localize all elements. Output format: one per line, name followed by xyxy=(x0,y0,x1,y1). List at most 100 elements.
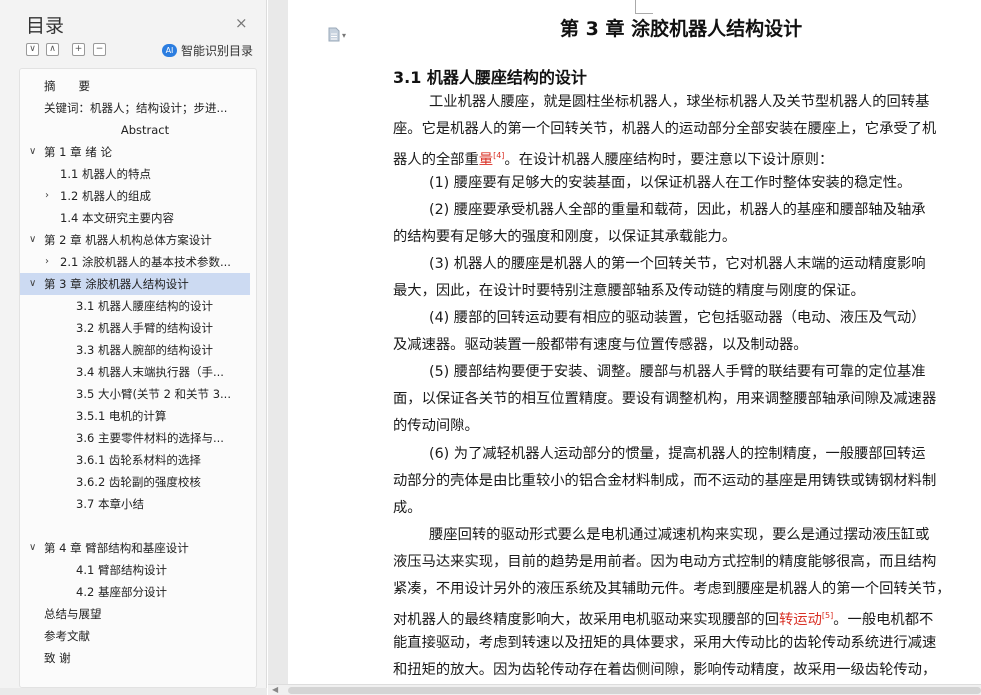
smart-toc-button[interactable]: AI 智能识别目录 xyxy=(162,42,253,59)
toc-item[interactable]: ∨ 第 4 章 臂部结构和基座设计 xyxy=(20,537,250,559)
paragraph-line: 面，以保证各关节的相互位置精度。要设有调整机构，用来调整腰部轴承间隙及减速器 xyxy=(393,388,936,410)
toc-item[interactable]: 3.3 机器人腕部的结构设计 xyxy=(20,339,250,361)
paragraph-line: 成。 xyxy=(393,497,422,519)
toc-item[interactable]: 3.5 大小臂(关节 2 和关节 3... xyxy=(20,383,250,405)
toc-item-label: 第 3 章 涂胶机器人结构设计 xyxy=(44,277,189,291)
paragraph-line: 动部分的壳体是由比重较小的铝合金材料制成，而不运动的基座是用铸铁或铸钢材料制 xyxy=(393,470,936,492)
text-run: 动部分的壳体是由比重较小的铝合金材料制成，而不运动的基座是用铸铁或铸钢材料制 xyxy=(393,473,937,489)
collapse-all-icon[interactable]: ∨ xyxy=(26,43,39,56)
toc-item-label: 1.2 机器人的组成 xyxy=(60,189,151,203)
toc-item[interactable]: 关键词：机器人；结构设计；步进... xyxy=(20,97,250,119)
toc-item-label: 4.1 臂部结构设计 xyxy=(76,563,167,577)
text-run: 座。它是机器人的第一个回转关节，机器人的运动部分全部安装在腰座上，它承受了机 xyxy=(393,121,937,137)
toc-item[interactable]: ∨ 第 3 章 涂胶机器人结构设计 xyxy=(20,273,250,295)
chevron-right-icon[interactable]: › xyxy=(45,185,49,207)
chevron-down-icon[interactable]: ∨ xyxy=(29,229,36,251)
chevron-down-icon[interactable]: ∨ xyxy=(29,537,36,559)
toc-item-label: 第 1 章 绪 论 xyxy=(44,145,112,159)
toc-item-label: 1.4 本文研究主要内容 xyxy=(60,211,174,225)
paragraph-line: 座。它是机器人的第一个回转关节，机器人的运动部分全部安装在腰座上，它承受了机 xyxy=(393,118,936,140)
paragraph-line: 器人的全部重量[4]。在设计机器人腰座结构时，要注意以下设计原则： xyxy=(393,145,833,171)
chevron-right-icon[interactable]: › xyxy=(45,251,49,273)
toc-item[interactable]: 3.5.1 电机的计算 xyxy=(20,405,250,427)
text-run: 对机器人的最终精度影响大，故采用电机驱动来实现腰部的回 xyxy=(393,611,780,628)
sidebar-scrollbar[interactable] xyxy=(0,688,267,695)
paragraph-line: 最大，因此，在设计时要特别注意腰部轴系及传动链的精度与刚度的保证。 xyxy=(393,280,865,302)
toc-item-label: 关键词：机器人；结构设计；步进... xyxy=(44,101,228,115)
toc-item-label: 4.2 基座部分设计 xyxy=(76,585,167,599)
toc-item[interactable]: Abstract xyxy=(20,119,250,141)
text-run: 及减速器。驱动装置一般都带有速度与位置传感器，以及制动器。 xyxy=(393,337,808,353)
toc-item-label: 总结与展望 xyxy=(44,607,102,621)
toc-item-label: 致 谢 xyxy=(44,651,71,665)
scrollbar-thumb[interactable] xyxy=(288,687,981,694)
text-run: (5) 腰部结构要便于安装、调整。腰部与机器人手臂的联结要有可靠的定位基准 xyxy=(429,364,926,380)
toc-item[interactable]: 3.6.1 齿轮系材料的选择 xyxy=(20,449,250,471)
toc-item-label: 1.1 机器人的特点 xyxy=(60,167,151,181)
citation-ref[interactable]: [4] xyxy=(493,151,504,160)
close-icon[interactable]: × xyxy=(235,14,248,32)
paragraph-line: 和扭矩的放大。因为齿轮传动存在着齿侧间隙，影响传动精度，故采用一级齿轮传动， xyxy=(393,659,936,681)
text-run: 。一般电机都不 xyxy=(833,611,934,628)
expand-all-icon[interactable]: ∧ xyxy=(46,43,59,56)
toc-item[interactable]: 3.6.2 齿轮副的强度校核 xyxy=(20,471,250,493)
toc-item[interactable]: › 1.2 机器人的组成 xyxy=(20,185,250,207)
add-heading-icon[interactable]: + xyxy=(72,43,85,56)
toc-item[interactable]: 总结与展望 xyxy=(20,603,250,625)
toc-item[interactable]: 4.2 基座部分设计 xyxy=(20,581,250,603)
toc-item[interactable]: 1.4 本文研究主要内容 xyxy=(20,207,250,229)
remove-heading-icon[interactable]: − xyxy=(93,43,106,56)
toc-item[interactable]: ∨ 第 2 章 机器人机构总体方案设计 xyxy=(20,229,250,251)
text-run: 的结构要有足够大的强度和刚度，以保证其承载能力。 xyxy=(393,229,737,245)
citation-ref[interactable]: [5] xyxy=(822,611,833,620)
paragraph-line: (5) 腰部结构要便于安装、调整。腰部与机器人手臂的联结要有可靠的定位基准 xyxy=(429,361,926,383)
section-title: 3.1 机器人腰座结构的设计 xyxy=(393,68,587,87)
text-run: 成。 xyxy=(393,500,422,516)
sidebar-title: 目录 xyxy=(26,15,65,37)
paragraph-line: (2) 腰座要承受机器人全部的重量和载荷，因此，机器人的基座和腰部轴及轴承 xyxy=(429,199,926,221)
paragraph-line: (6) 为了减轻机器人运动部分的惯量，提高机器人的控制精度，一般腰部回转运 xyxy=(429,443,926,465)
paragraph-line: 紧凑，不用设计另外的液压系统及其辅助元件。考虑到腰座是机器人的第一个回转关节， xyxy=(393,578,951,600)
toc-item[interactable]: 4.1 臂部结构设计 xyxy=(20,559,250,581)
toc-item-label: Abstract xyxy=(120,123,170,137)
text-run: 转运动 xyxy=(779,611,822,628)
smart-toc-label: 智能识别目录 xyxy=(181,44,254,58)
toc-item-label: 3.3 机器人腕部的结构设计 xyxy=(76,343,213,357)
toc-item[interactable]: 3.1 机器人腰座结构的设计 xyxy=(20,295,250,317)
toc-item[interactable]: 摘 要 xyxy=(20,75,250,97)
toc-item-label: 3.6.2 齿轮副的强度校核 xyxy=(76,475,201,489)
toc-item-label: 3.1 机器人腰座结构的设计 xyxy=(76,299,213,313)
toc-item[interactable]: 1.1 机器人的特点 xyxy=(20,163,250,185)
chevron-down-icon[interactable]: ▾ xyxy=(342,31,346,40)
text-run: 量 xyxy=(478,151,494,168)
paragraph-line: 的结构要有足够大的强度和刚度，以保证其承载能力。 xyxy=(393,226,736,248)
text-run: 紧凑，不用设计另外的液压系统及其辅助元件。考虑到腰座是机器人的第一个回转关节， xyxy=(393,581,951,597)
paragraph-line: (1) 腰座要有足够大的安装基面，以保证机器人在工作时整体安装的稳定性。 xyxy=(429,172,911,194)
text-run: 工业机器人腰座，就是圆柱坐标机器人，球坐标机器人及关节型机器人的回转基 xyxy=(429,94,930,110)
toc-item[interactable]: › 2.1 涂胶机器人的基本技术参数... xyxy=(20,251,250,273)
toc-item[interactable]: 3.2 机器人手臂的结构设计 xyxy=(20,317,250,339)
toc-item[interactable]: 3.4 机器人末端执行器（手... xyxy=(20,361,250,383)
horizontal-scrollbar[interactable]: ◀ xyxy=(268,684,981,695)
chevron-down-icon[interactable]: ∨ xyxy=(29,273,36,295)
toc-item[interactable]: 致 谢 xyxy=(20,647,250,669)
toc-item-label: 3.2 机器人手臂的结构设计 xyxy=(76,321,213,335)
toc-item[interactable]: 3.6 主要零件材料的选择与... xyxy=(20,427,250,449)
toc-item-label: 3.5 大小臂(关节 2 和关节 3... xyxy=(76,387,231,401)
chapter-title: 第 3 章 涂胶机器人结构设计 xyxy=(560,18,803,40)
chevron-down-icon[interactable]: ∨ xyxy=(29,141,36,163)
text-run: (2) 腰座要承受机器人全部的重量和载荷，因此，机器人的基座和腰部轴及轴承 xyxy=(429,202,926,218)
toc-item[interactable]: 3.7 本章小结 xyxy=(20,493,250,515)
toc-item-label: 第 4 章 臂部结构和基座设计 xyxy=(44,541,189,555)
toc-item[interactable]: 参考文献 xyxy=(20,625,250,647)
text-run: (3) 机器人的腰座是机器人的第一个回转关节，它对机器人末端的运动精度影响 xyxy=(429,256,926,272)
toc-item[interactable]: ∨ 第 1 章 绪 论 xyxy=(20,141,250,163)
scroll-left-icon[interactable]: ◀ xyxy=(272,685,278,694)
toc-item-label: 3.6.1 齿轮系材料的选择 xyxy=(76,453,201,467)
text-run: (4) 腰部的回转运动要有相应的驱动装置，它包括驱动器（电动、液压及气动） xyxy=(429,310,926,326)
toc-item-label: 2.1 涂胶机器人的基本技术参数... xyxy=(60,255,231,269)
document-icon[interactable]: ▾ xyxy=(328,26,346,42)
text-run: 液压马达来实现，目前的趋势是用前者。因为电动方式控制的精度能够很高，而且结构 xyxy=(393,554,937,570)
text-run: 能直接驱动，考虑到转速以及扭矩的具体要求，采用大传动比的齿轮传动系统进行减速 xyxy=(393,635,937,651)
text-run: (1) 腰座要有足够大的安装基面，以保证机器人在工作时整体安装的稳定性。 xyxy=(429,175,912,191)
